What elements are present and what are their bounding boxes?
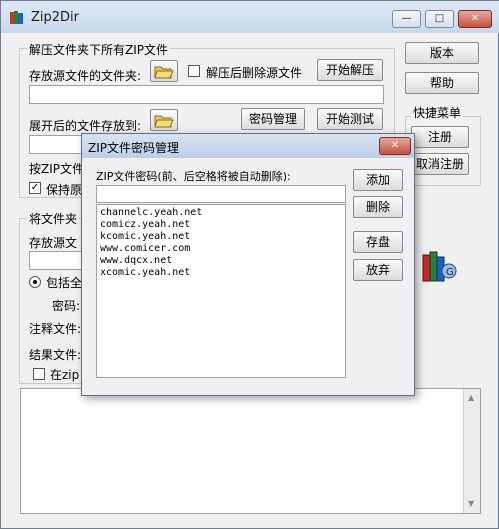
dialog-title-bar: ZIP文件密码管理 ✕ bbox=[82, 134, 414, 158]
list-item[interactable]: www.comicer.com bbox=[100, 243, 342, 255]
in-zip-label: 在zip bbox=[50, 368, 80, 382]
dest-folder-label: 展开后的文件存放到: bbox=[29, 119, 142, 133]
discard-button[interactable]: 放弃 bbox=[353, 259, 403, 281]
start-extract-button[interactable]: 开始解压 bbox=[317, 59, 383, 81]
include-all-label: 包括全 bbox=[46, 276, 83, 290]
password-input[interactable] bbox=[96, 185, 346, 203]
scroll-up-icon[interactable]: ▲ bbox=[468, 393, 474, 402]
list-item[interactable]: kcomic.yeah.net bbox=[100, 231, 342, 243]
list-item[interactable]: www.dqcx.net bbox=[100, 255, 342, 267]
compress-source-label: 存放源文 bbox=[29, 236, 78, 250]
open-folder-icon bbox=[154, 66, 174, 79]
dialog-close-button[interactable]: ✕ bbox=[379, 137, 411, 155]
help-button[interactable]: 帮助 bbox=[405, 72, 479, 94]
extract-group-title: 解压文件夹下所有ZIP文件 bbox=[27, 41, 170, 58]
add-password-button[interactable]: 添加 bbox=[353, 169, 403, 191]
password-manage-button[interactable]: 密码管理 bbox=[241, 108, 305, 130]
compress-password-label: 密码: bbox=[52, 299, 81, 313]
app-icon bbox=[9, 9, 25, 25]
source-folder-field[interactable] bbox=[29, 85, 384, 104]
svg-text:G: G bbox=[446, 267, 454, 278]
open-folder-icon bbox=[154, 115, 174, 128]
delete-password-button[interactable]: 删除 bbox=[353, 196, 403, 218]
list-item[interactable]: comicz.yeah.net bbox=[100, 219, 342, 231]
close-button[interactable]: ✕ bbox=[458, 10, 492, 28]
version-button[interactable]: 版本 bbox=[405, 42, 479, 64]
start-test-button[interactable]: 开始测试 bbox=[317, 108, 383, 130]
books-icon: G bbox=[421, 249, 457, 283]
keep-checkbox[interactable]: ✓ bbox=[29, 182, 41, 194]
log-output-area[interactable] bbox=[20, 388, 481, 514]
save-passwords-button[interactable]: 存盘 bbox=[353, 231, 403, 253]
delete-after-checkbox[interactable] bbox=[188, 65, 200, 77]
scroll-down-icon[interactable]: ▼ bbox=[468, 499, 474, 508]
result-file-label: 结果文件: bbox=[29, 348, 82, 362]
keep-label: 保持原 bbox=[46, 183, 83, 197]
dest-folder-field[interactable] bbox=[29, 135, 89, 154]
compress-group-title: 将文件夹 bbox=[27, 210, 80, 227]
zip-option-label: 按ZIP文件 bbox=[29, 162, 84, 176]
password-list[interactable]: channelc.yeah.net comicz.yeah.net kcomic… bbox=[96, 204, 346, 378]
maximize-button[interactable]: □ bbox=[425, 10, 454, 28]
in-zip-checkbox[interactable] bbox=[33, 368, 45, 380]
minimize-button[interactable]: — bbox=[392, 10, 421, 28]
dest-folder-browse-button[interactable] bbox=[150, 109, 178, 131]
quick-menu-title: 快捷菜单 bbox=[411, 104, 464, 121]
log-scrollbar[interactable]: ▲ ▼ bbox=[463, 389, 480, 513]
radio-selected-dot bbox=[33, 280, 37, 284]
password-input-label: ZIP文件密码(前、后空格将被自动删除): bbox=[96, 170, 291, 183]
window-title: Zip2Dir bbox=[31, 10, 80, 25]
unregister-button[interactable]: 取消注册 bbox=[411, 153, 469, 175]
source-folder-label: 存放源文件的文件夹: bbox=[29, 69, 142, 83]
dialog-title: ZIP文件密码管理 bbox=[88, 141, 179, 155]
comment-file-label: 注释文件: bbox=[29, 322, 82, 336]
delete-after-label: 解压后删除源文件 bbox=[206, 66, 303, 80]
list-item[interactable]: channelc.yeah.net bbox=[100, 207, 342, 219]
include-all-radio[interactable] bbox=[29, 276, 41, 288]
source-folder-browse-button[interactable] bbox=[150, 60, 178, 82]
password-dialog: ZIP文件密码管理 ✕ ZIP文件密码(前、后空格将被自动删除): channe… bbox=[81, 133, 415, 396]
list-item[interactable]: xcomic.yeah.net bbox=[100, 267, 342, 279]
compress-source-field[interactable] bbox=[29, 251, 89, 270]
title-bar: Zip2Dir — □ ✕ bbox=[1, 1, 499, 33]
register-button[interactable]: 注册 bbox=[411, 126, 469, 148]
